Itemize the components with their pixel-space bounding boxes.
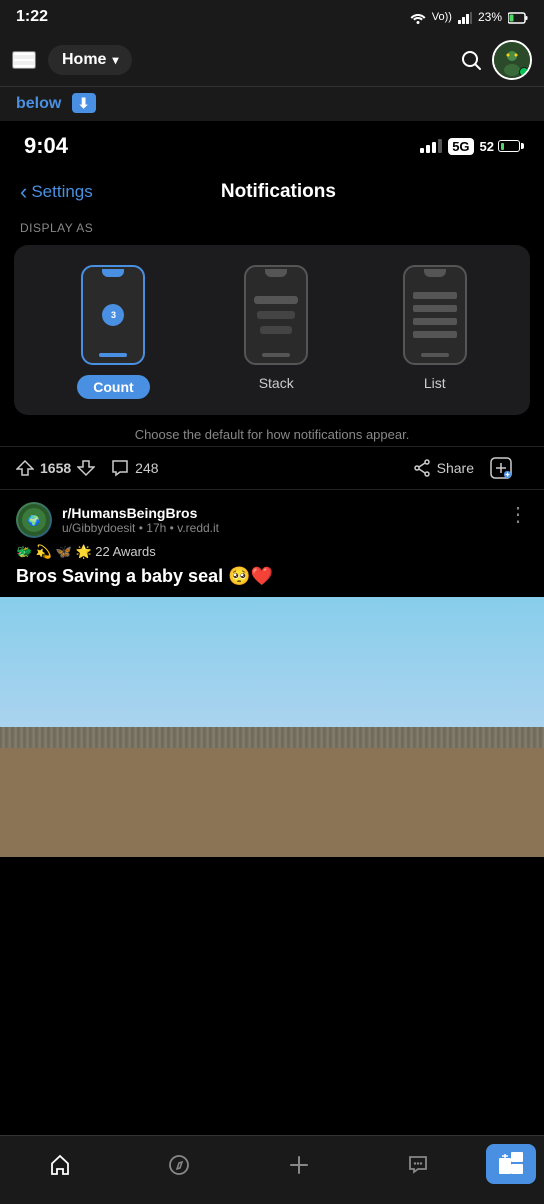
chevron-down-icon: ▾: [112, 53, 118, 67]
home-icon: [49, 1151, 71, 1177]
stack-notch: [265, 269, 287, 277]
app-status-bar: 1:22 Vo)) 23%: [0, 0, 544, 34]
award-icon-4: 🌟: [75, 544, 91, 559]
hamburger-menu-button[interactable]: [12, 51, 36, 69]
share-label: Share: [437, 460, 474, 476]
home-label: Home: [62, 51, 106, 69]
avatar[interactable]: [492, 40, 532, 80]
post-meta-left: 🌍 r/HumansBeingBros u/Gibbydoesit • 17h …: [16, 502, 219, 538]
comments-count: 248: [135, 460, 158, 476]
stack-phone-mockup: [244, 265, 308, 365]
display-helper-text: Choose the default for how notifications…: [0, 415, 544, 446]
image-sky: [0, 597, 544, 748]
vote-count: 1658: [40, 460, 71, 476]
image-ground: [0, 748, 544, 857]
post-card: 🌍 r/HumansBeingBros u/Gibbydoesit • 17h …: [0, 490, 544, 857]
stack-screen-area: [246, 277, 306, 353]
display-options-card: 3 Count Stack: [14, 245, 530, 415]
back-label: Settings: [31, 182, 92, 202]
app-status-time: 1:22: [16, 8, 48, 26]
compass-icon: [168, 1151, 190, 1177]
awards-row: 🐲 💫 🦋 🌟 22 Awards: [16, 544, 528, 560]
count-badge: 3: [102, 304, 124, 326]
battery-icon: [508, 10, 528, 24]
vote-section: 1658: [16, 459, 95, 477]
download-badge: ⬇: [72, 93, 96, 113]
nav-awards-button[interactable]: [486, 1144, 536, 1184]
stack-label: Stack: [259, 375, 294, 391]
upvote-button[interactable]: [16, 459, 34, 477]
signal-text: Vo)): [432, 11, 452, 23]
app-header: Home ▾: [0, 34, 544, 87]
app-header-left: Home ▾: [12, 45, 132, 75]
nav-create-button[interactable]: [239, 1147, 359, 1181]
post-title[interactable]: Bros Saving a baby seal 🥺❤️: [16, 566, 528, 587]
award-icon-2: 💫: [36, 544, 52, 559]
actions-bar: 1658 248 Share: [0, 446, 544, 490]
bottom-nav: [0, 1135, 544, 1204]
plus-icon: [288, 1151, 310, 1177]
search-button[interactable]: [460, 49, 482, 71]
wifi-icon: [410, 10, 426, 24]
count-label: Count: [77, 375, 149, 399]
downvote-button[interactable]: [77, 459, 95, 477]
ios-status-right: 5G 52: [420, 138, 520, 155]
display-option-stack[interactable]: Stack: [244, 265, 308, 391]
ios-status-bar: 9:04 5G 52: [0, 121, 544, 167]
add-button[interactable]: [490, 457, 512, 479]
more-options-button[interactable]: ⋮: [508, 502, 528, 527]
back-button[interactable]: ‹ Settings: [20, 179, 93, 205]
notifications-header: ‹ Settings Notifications: [0, 167, 544, 221]
home-dropdown-button[interactable]: Home ▾: [48, 45, 132, 75]
notifications-screen: ‹ Settings Notifications DISPLAY AS 3 Co…: [0, 167, 544, 446]
display-option-count[interactable]: 3 Count: [77, 265, 149, 399]
ios-time: 9:04: [24, 133, 68, 159]
ios-battery-icon: [498, 140, 520, 152]
post-time: 17h: [146, 521, 166, 535]
svg-text:🌍: 🌍: [28, 514, 40, 527]
list-label: List: [424, 375, 446, 391]
back-chevron-icon: ‹: [20, 179, 27, 205]
signal-icon: [458, 10, 472, 24]
app-status-icons: Vo)) 23%: [410, 10, 528, 24]
battery-text: 23%: [478, 10, 502, 24]
count-notch: [102, 269, 124, 277]
count-phone-mockup: 3: [81, 265, 145, 365]
app-header-right: [460, 40, 532, 80]
ios-network-label: 5G: [448, 138, 473, 155]
ios-battery: 52: [480, 139, 520, 154]
list-phone-mockup: [403, 265, 467, 365]
partial-scroll-text: below ⬇: [0, 87, 544, 121]
chat-icon: [407, 1151, 429, 1177]
share-button[interactable]: Share: [413, 459, 474, 477]
post-subreddit[interactable]: r/HumansBeingBros: [62, 505, 219, 521]
display-as-label: DISPLAY AS: [0, 221, 544, 245]
award-icon-1: 🐲: [16, 544, 32, 559]
nav-chat-button[interactable]: [359, 1147, 479, 1181]
post-details: u/Gibbydoesit • 17h • v.redd.it: [62, 521, 219, 535]
comments-button[interactable]: 248: [111, 459, 158, 477]
display-option-list[interactable]: List: [403, 265, 467, 391]
award-icon-3: 🦋: [56, 544, 72, 559]
count-screen-area: 3: [83, 277, 143, 353]
subreddit-icon[interactable]: 🌍: [16, 502, 52, 538]
post-image[interactable]: [0, 597, 544, 857]
list-screen-area: [405, 277, 465, 353]
list-notch: [424, 269, 446, 277]
post-user: u/Gibbydoesit: [62, 521, 135, 535]
post-meta: 🌍 r/HumansBeingBros u/Gibbydoesit • 17h …: [16, 502, 528, 538]
post-source: v.redd.it: [177, 521, 219, 535]
nav-home-button[interactable]: [0, 1147, 120, 1181]
awards-count: 22 Awards: [95, 544, 155, 559]
nav-discover-button[interactable]: [120, 1147, 240, 1181]
notifications-title: Notifications: [93, 181, 464, 203]
post-info: r/HumansBeingBros u/Gibbydoesit • 17h • …: [62, 505, 219, 535]
awards-icon: [497, 1150, 525, 1178]
online-indicator: [519, 67, 529, 77]
ios-signal-bars: [420, 139, 442, 153]
